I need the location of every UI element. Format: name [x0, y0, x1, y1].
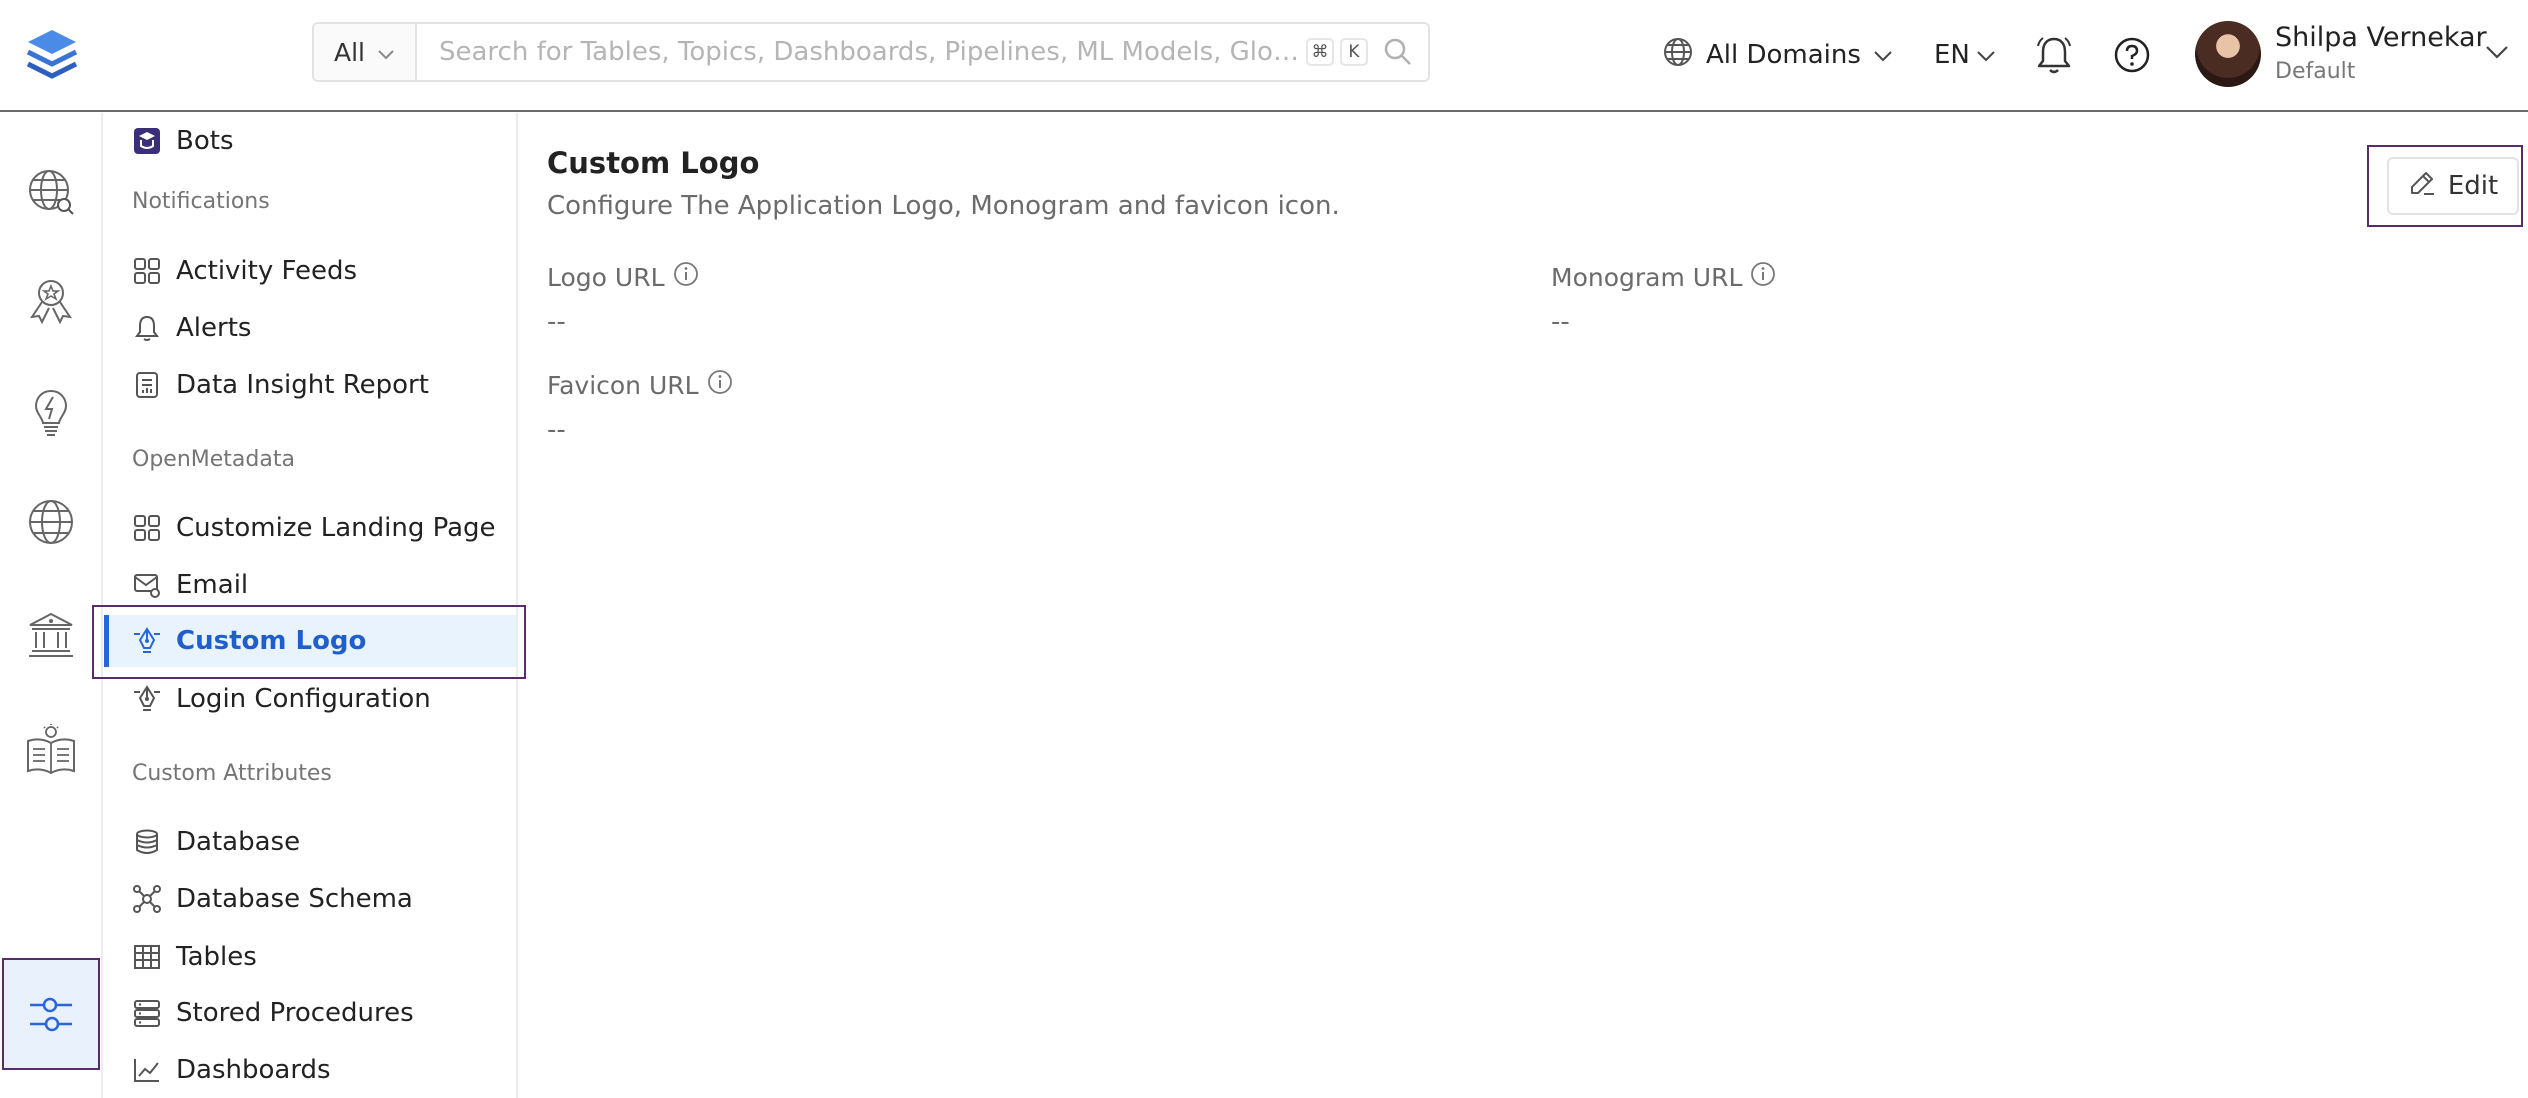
- menu-item-email[interactable]: Email: [104, 559, 516, 611]
- main-content: Custom Logo Configure The Application Lo…: [520, 113, 2528, 1098]
- menu-item-label: Database: [176, 827, 301, 857]
- chevron-down-icon[interactable]: [2485, 44, 2509, 64]
- menu-item-login-configuration[interactable]: Login Configuration: [104, 673, 516, 725]
- database-icon: [132, 827, 162, 857]
- menu-item-label: Activity Feeds: [176, 256, 358, 286]
- field-value: --: [1551, 307, 1570, 337]
- help-icon[interactable]: [2113, 36, 2151, 78]
- table-icon: [132, 942, 162, 972]
- insights-icon[interactable]: [22, 383, 80, 441]
- menu-item-label: Tables: [176, 942, 257, 972]
- edit-button[interactable]: Edit: [2387, 157, 2519, 215]
- settings-icon[interactable]: [2, 958, 100, 1070]
- menu-item-alerts[interactable]: Alerts: [104, 302, 516, 354]
- menu-item-bots[interactable]: Bots: [104, 115, 516, 167]
- section-heading: OpenMetadata: [132, 447, 295, 472]
- search-scope-label: All: [334, 37, 365, 67]
- menu-item-customize-landing-page[interactable]: Customize Landing Page: [104, 502, 516, 554]
- menu-item-database-schema[interactable]: Database Schema: [104, 873, 516, 925]
- governance-icon[interactable]: [22, 606, 80, 664]
- avatar[interactable]: [2195, 21, 2261, 87]
- bell-icon: [132, 313, 162, 343]
- language-label: EN: [1934, 40, 1970, 70]
- top-bar: All Search for Tables, Topics, Dashboard…: [0, 0, 2528, 112]
- page-description: Configure The Application Logo, Monogram…: [547, 191, 1340, 221]
- domain-label: All Domains: [1706, 40, 1861, 70]
- layout-icon: [132, 513, 162, 543]
- field-label: Logo URL: [547, 262, 665, 292]
- settings-menu: Bots Notifications Activity Feeds Alerts…: [104, 113, 518, 1098]
- logo-url-field: Logo URL --: [547, 261, 699, 337]
- chevron-down-icon: [1976, 40, 1996, 70]
- glossary-book-icon[interactable]: [22, 721, 80, 779]
- menu-item-label: Bots: [176, 126, 234, 156]
- section-heading: Notifications: [132, 189, 270, 214]
- menu-item-label: Customize Landing Page: [176, 513, 496, 543]
- favicon-url-field: Favicon URL --: [547, 369, 733, 445]
- menu-item-label: Database Schema: [176, 884, 413, 914]
- language-selector[interactable]: EN: [1934, 30, 1996, 80]
- global-search: All Search for Tables, Topics, Dashboard…: [312, 22, 1430, 82]
- domains-icon[interactable]: [22, 493, 80, 551]
- chart-line-icon: [132, 1055, 162, 1085]
- edit-pencil-icon: [2408, 169, 2436, 204]
- info-icon[interactable]: [707, 369, 733, 401]
- pen-tool-icon: [132, 626, 162, 656]
- menu-item-label: Login Configuration: [176, 684, 431, 714]
- user-menu[interactable]: Shilpa Vernekar Default: [2275, 22, 2487, 84]
- page-title: Custom Logo: [547, 146, 760, 180]
- menu-item-label: Data Insight Report: [176, 370, 429, 400]
- info-icon[interactable]: [1750, 261, 1776, 293]
- report-icon: [132, 370, 162, 400]
- chevron-down-icon: [377, 38, 395, 67]
- menu-item-custom-logo[interactable]: Custom Logo: [104, 615, 516, 667]
- notifications-bell-icon[interactable]: [2034, 34, 2074, 80]
- shortcut-cmd-key: ⌘: [1306, 38, 1334, 66]
- edit-label: Edit: [2447, 171, 2499, 201]
- menu-item-label: Alerts: [176, 313, 252, 343]
- shortcut-k-key: K: [1340, 38, 1368, 66]
- field-value: --: [547, 415, 566, 445]
- stored-procedure-icon: [132, 998, 162, 1028]
- explore-icon[interactable]: [22, 163, 80, 221]
- chevron-down-icon: [1873, 40, 1893, 70]
- search-input[interactable]: Search for Tables, Topics, Dashboards, P…: [417, 37, 1300, 67]
- user-role: Default: [2275, 59, 2356, 84]
- menu-item-label: Email: [176, 570, 249, 600]
- field-value: --: [547, 307, 566, 337]
- pen-tool-icon: [132, 684, 162, 714]
- menu-item-label: Stored Procedures: [176, 998, 414, 1028]
- section-heading: Custom Attributes: [132, 761, 332, 786]
- globe-icon: [1662, 36, 1694, 75]
- info-icon[interactable]: [673, 261, 699, 293]
- user-name: Shilpa Vernekar: [2275, 22, 2487, 53]
- menu-item-activity-feeds[interactable]: Activity Feeds: [104, 245, 516, 297]
- menu-item-tables[interactable]: Tables: [104, 931, 516, 983]
- menu-item-data-insight-report[interactable]: Data Insight Report: [104, 359, 516, 411]
- monogram-url-field: Monogram URL --: [1551, 261, 1776, 337]
- data-quality-icon[interactable]: [22, 271, 80, 329]
- bot-icon: [132, 126, 162, 156]
- domain-selector[interactable]: All Domains: [1662, 30, 1893, 80]
- grid-icon: [132, 256, 162, 286]
- menu-item-label: Dashboards: [176, 1055, 331, 1085]
- search-icon[interactable]: [1368, 37, 1428, 67]
- menu-item-label: Custom Logo: [176, 626, 367, 656]
- menu-item-database[interactable]: Database: [104, 816, 516, 868]
- nav-rail: [0, 113, 103, 1098]
- schema-icon: [132, 884, 162, 914]
- field-label: Monogram URL: [1551, 262, 1743, 292]
- menu-item-stored-procedures[interactable]: Stored Procedures: [104, 987, 516, 1039]
- app-logo-icon[interactable]: [20, 24, 84, 88]
- search-scope-select[interactable]: All: [314, 24, 417, 80]
- menu-item-dashboards[interactable]: Dashboards: [104, 1044, 516, 1096]
- edit-button-highlight: Edit: [2367, 145, 2523, 227]
- field-label: Favicon URL: [547, 370, 699, 400]
- email-settings-icon: [132, 570, 162, 600]
